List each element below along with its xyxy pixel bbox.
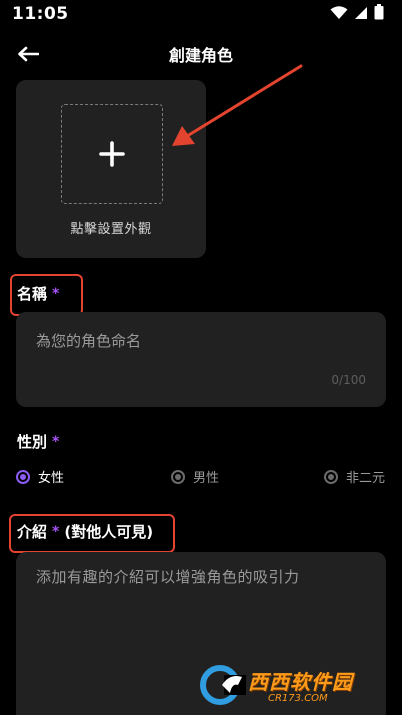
intro-label: 介紹 * (對他人可見) [17,521,153,542]
name-label: 名稱 * [17,283,59,304]
radio-unselected-icon [324,469,338,484]
app-header: 創建角色 [0,36,402,72]
gender-radio-group: 女性 男性 非二元 [16,467,386,489]
page-title: 創建角色 [168,46,233,65]
name-field[interactable]: 為您的角色命名 0/100 [16,312,386,407]
intro-placeholder: 添加有趣的介紹可以增強角色的吸引力 [36,568,300,586]
intro-label-text: 介紹 [17,523,48,541]
battery-icon [374,4,384,24]
gender-option-male[interactable]: 男性 [171,467,219,486]
name-label-text: 名稱 [17,285,48,303]
gender-label: 性別 * [17,431,59,452]
status-time: 11:05 [12,4,69,24]
wifi-icon [330,5,348,24]
gender-option-label: 男性 [193,471,220,486]
gender-option-nonbinary[interactable]: 非二元 [324,467,385,486]
gender-option-label: 女性 [38,471,65,486]
avatar-caption: 點擊設置外觀 [70,222,152,237]
name-placeholder: 為您的角色命名 [36,332,142,350]
signal-icon [354,5,368,24]
intro-required-mark: * [52,523,60,540]
name-required-mark: * [52,285,60,302]
radio-unselected-icon [171,469,185,484]
avatar-upload-card[interactable]: 點擊設置外觀 [16,80,206,258]
plus-icon [99,141,125,167]
status-bar: 11:05 [0,0,402,28]
gender-option-label: 非二元 [346,471,386,486]
intro-visibility-note: (對他人可見) [64,523,154,541]
gender-label-text: 性別 [17,433,48,451]
gender-required-mark: * [52,433,60,450]
status-icons [330,4,384,24]
name-char-counter: 0/100 [331,373,366,387]
create-character-screen: 11:05 創建角色 點擊設置外觀 名稱 * 為您的角色命名 0/100 性別 … [0,0,402,715]
avatar-dropzone[interactable] [61,104,163,204]
intro-field[interactable]: 添加有趣的介紹可以增強角色的吸引力 [16,552,386,715]
gender-option-female[interactable]: 女性 [16,467,64,486]
radio-selected-icon [16,469,30,484]
